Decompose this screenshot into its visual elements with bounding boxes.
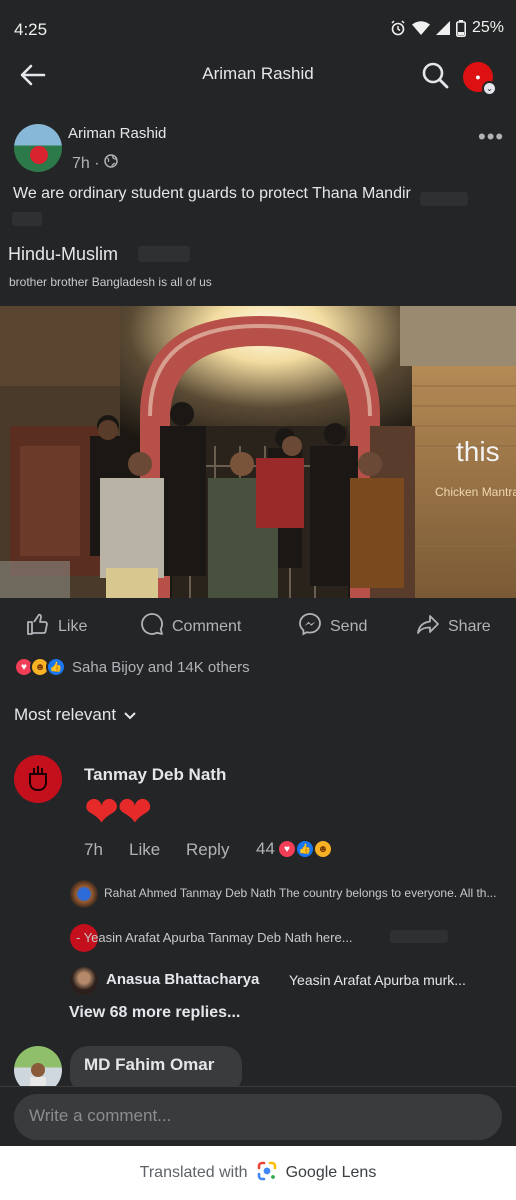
comment-time: 7h: [84, 840, 103, 859]
post-text-line2: Hindu-Muslim: [8, 244, 119, 264]
like-button[interactable]: Like: [26, 612, 87, 641]
chevron-down-icon: [124, 705, 136, 725]
post-text-line1: We are ordinary student guards to protec…: [13, 185, 411, 202]
comment-like-button[interactable]: Like: [129, 840, 160, 860]
commenter-name[interactable]: Tanmay Deb Nath: [84, 765, 226, 785]
more-options-icon[interactable]: •••: [478, 124, 504, 150]
chevron-down-icon: ⌄: [482, 81, 497, 96]
comment-button[interactable]: Comment: [140, 612, 241, 641]
photo-overlay-sign: Chicken Mantra: [435, 485, 516, 499]
comment-sort-dropdown[interactable]: Most relevant: [14, 705, 136, 725]
commenter-name[interactable]: MD Fahim Omar: [84, 1055, 214, 1075]
battery-icon: [455, 19, 466, 37]
care-reaction-icon: ☻: [312, 839, 333, 859]
signal-icon: [435, 20, 450, 36]
reaction-count-text: Saha Bijoy and 14K others: [72, 658, 250, 676]
comment-bubble-icon: [140, 612, 164, 641]
arrow-left-icon: [20, 64, 46, 91]
reaction-count: 44: [256, 839, 275, 858]
send-button[interactable]: Send: [298, 612, 367, 641]
reply-text[interactable]: Yeasin Arafat Apurba murk...: [289, 972, 466, 988]
status-time: 4:25: [14, 20, 48, 39]
comment-label: Comment: [172, 617, 242, 635]
photo-overlay-text: this: [456, 436, 500, 467]
alarm-icon: [390, 20, 406, 36]
commenter-avatar[interactable]: [14, 755, 62, 803]
like-label: Like: [58, 617, 88, 635]
post-time: 7h ·: [72, 154, 100, 172]
sort-label: Most relevant: [14, 705, 117, 724]
comment-body: ❤❤: [84, 788, 152, 835]
comment-reply-button[interactable]: Reply: [186, 840, 229, 860]
reply-author-name[interactable]: Anasua Bhattacharya: [106, 971, 259, 988]
reply-avatar[interactable]: [70, 880, 98, 908]
wifi-icon: [411, 20, 430, 36]
blurred-text: [138, 246, 190, 262]
search-icon: [421, 61, 449, 94]
blurred-text: [420, 192, 468, 206]
reactions-summary[interactable]: ♥ ☻ 👍 Saha Bijoy and 14K others: [14, 657, 250, 677]
post-photo[interactable]: [0, 306, 516, 598]
post-text-line3: brother brother Bangladesh is all of us: [9, 275, 212, 289]
share-arrow-icon: [416, 612, 440, 641]
raised-fist-icon: [25, 762, 51, 797]
flag-icon: [30, 146, 48, 164]
reply-text[interactable]: - Yeasin Arafat Apurba Tanmay Deb Nath h…: [76, 930, 353, 945]
reply-avatar[interactable]: [70, 967, 98, 995]
footer-brand: Google Lens: [285, 1164, 377, 1181]
share-label: Share: [448, 617, 491, 635]
post-meta: 7h ·: [72, 154, 118, 173]
thumbs-up-icon: [26, 612, 50, 641]
google-lens-icon: [256, 1160, 278, 1187]
love-reaction-icon: ♥: [276, 839, 297, 859]
reply-text[interactable]: Rahat Ahmed Tanmay Deb Nath The country …: [104, 886, 496, 900]
share-button[interactable]: Share: [416, 612, 491, 641]
send-label: Send: [330, 617, 368, 635]
blurred-text: [12, 212, 42, 226]
like-reaction-icon: 👍: [294, 839, 315, 859]
profile-avatar-button[interactable]: ● ⌄: [463, 62, 497, 96]
view-more-replies-link[interactable]: View 68 more replies...: [69, 1004, 240, 1022]
footer-prefix: Translated with: [139, 1164, 248, 1181]
translation-footer: Translated with Google Lens: [0, 1146, 516, 1200]
globe-icon: [103, 154, 118, 173]
search-button[interactable]: [418, 60, 452, 94]
blurred-text: [390, 930, 448, 943]
profile-logo-icon: ●: [475, 72, 481, 82]
messenger-icon: [298, 612, 322, 641]
author-avatar[interactable]: [14, 124, 62, 172]
comment-reaction-count[interactable]: 44 ♥ 👍 ☻: [256, 839, 333, 859]
comment-input-placeholder: Write a comment...: [29, 1106, 172, 1125]
back-button[interactable]: [16, 60, 50, 94]
battery-percent: 25%: [471, 19, 504, 36]
author-name[interactable]: Ariman Rashid: [68, 125, 166, 142]
like-reaction-icon: 👍: [46, 657, 66, 677]
status-icons: 25%: [390, 19, 504, 37]
